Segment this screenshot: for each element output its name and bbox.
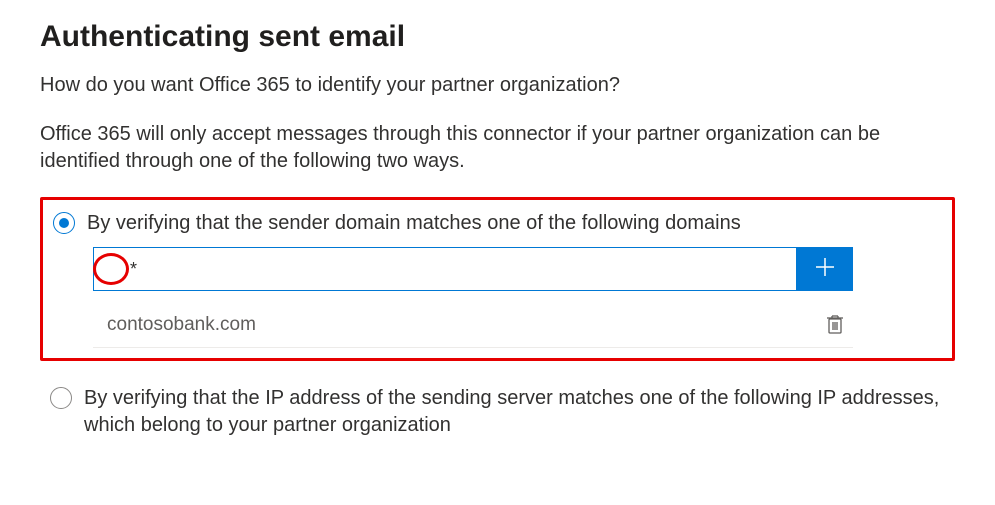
option-by-domain: By verifying that the sender domain matc… <box>40 197 955 361</box>
add-domain-button[interactable] <box>797 247 853 291</box>
plus-icon <box>814 256 836 283</box>
delete-domain-button[interactable] <box>825 313 849 337</box>
trash-icon <box>825 319 845 340</box>
domain-input[interactable] <box>93 247 797 291</box>
page-description: Office 365 will only accept messages thr… <box>40 121 955 175</box>
domain-name: contosobank.com <box>107 314 256 336</box>
auth-options: By verifying that the sender domain matc… <box>40 197 955 449</box>
page-title: Authenticating sent email <box>40 20 955 54</box>
radio-by-ip[interactable] <box>50 387 72 409</box>
option-by-ip-label: By verifying that the IP address of the … <box>84 385 945 439</box>
domain-list-item: contosobank.com <box>93 305 853 347</box>
page-subtitle: How do you want Office 365 to identify y… <box>40 72 955 99</box>
option-by-domain-label: By verifying that the sender domain matc… <box>87 210 741 237</box>
option-by-ip: By verifying that the IP address of the … <box>40 375 955 449</box>
radio-by-domain[interactable] <box>53 212 75 234</box>
